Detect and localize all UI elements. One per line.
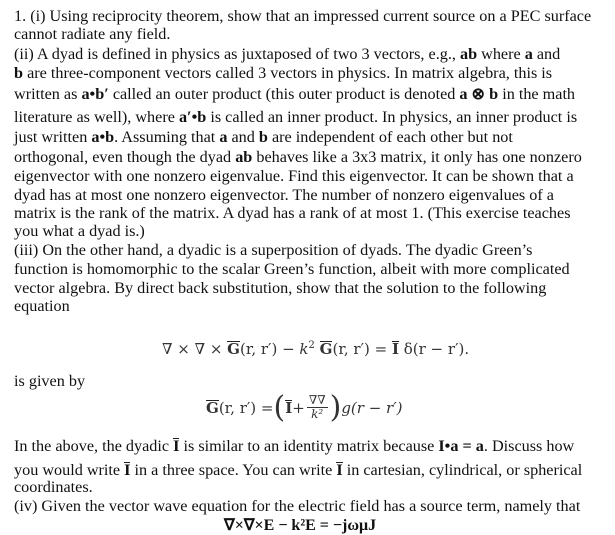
text: orthogonal, even though the dyad bbox=[14, 148, 236, 166]
text: written as bbox=[14, 85, 82, 103]
text: just written bbox=[14, 128, 92, 146]
text-line: b are three-component vectors called 3 v… bbox=[14, 64, 552, 82]
eq-text: − k bbox=[277, 340, 309, 358]
text-line: matrix is the rank of the matrix. A dyad… bbox=[14, 204, 571, 222]
eq-text: ∇ × ∇ × bbox=[162, 340, 228, 358]
eq-text: (r, r′) bbox=[332, 340, 370, 358]
text: you would write bbox=[14, 461, 125, 479]
text: behaves like a 3x3 matrix, it only has o… bbox=[252, 148, 582, 166]
text-line: is given by bbox=[14, 372, 86, 390]
text: are independent of each other but not bbox=[267, 128, 513, 146]
text-line: just written a•b. Assuming that a and b … bbox=[14, 128, 513, 146]
text: called an outer product (this outer prod… bbox=[108, 85, 460, 103]
math-a: a bbox=[524, 45, 533, 63]
equation-dyadic-wave: ∇ × ∇ × G(r, r′) − k2 G(r, r′) = I δ(r −… bbox=[162, 340, 469, 358]
eq-text: + bbox=[292, 398, 305, 417]
text: is called an inner product. In physics, … bbox=[206, 108, 578, 126]
text-line: function is homomorphic to the scalar Gr… bbox=[14, 260, 570, 278]
eq-text: (r, r′) bbox=[239, 340, 278, 358]
math-ab: ab bbox=[459, 45, 478, 63]
text: and bbox=[227, 128, 259, 146]
text-line: equation bbox=[14, 297, 70, 315]
text-line: you what a dyad is.) bbox=[14, 222, 145, 240]
fraction-denominator: k² bbox=[311, 407, 324, 421]
eq-sup: 2 bbox=[308, 340, 315, 351]
identity-dyadic: I bbox=[336, 461, 344, 479]
text: and bbox=[532, 45, 561, 63]
text: literature as well), where bbox=[14, 108, 179, 126]
fraction: ∇∇ k² bbox=[306, 393, 328, 421]
math-outer-product: a•b′ bbox=[81, 85, 109, 103]
identity-dyadic: I bbox=[173, 437, 180, 455]
math-dot: a•b bbox=[91, 128, 115, 146]
text-line: vector algebra. By direct back substitut… bbox=[14, 279, 547, 297]
math-b: b bbox=[258, 128, 268, 146]
text-line: In the above, the dyadic I is similar to… bbox=[14, 437, 574, 455]
text: (ii) A dyad is defined in physics as jux… bbox=[14, 45, 460, 63]
text: in cartesian, cylindrical, or spherical bbox=[342, 461, 583, 479]
math-ab: ab bbox=[235, 148, 253, 166]
equation-vector-wave: ∇×∇×E − k²E = −jωμJ bbox=[224, 517, 377, 534]
eq-text: (r, r′) = bbox=[218, 398, 274, 417]
text: . Assuming that bbox=[114, 128, 220, 146]
text-line: (iv) Given the vector wave equation for … bbox=[14, 497, 581, 515]
math-inner-product: a′•b bbox=[178, 108, 207, 126]
fraction-numerator: ∇∇ bbox=[306, 393, 328, 408]
dyadic-G: G bbox=[319, 340, 333, 358]
math-tensor-product: a ⊗ b bbox=[459, 85, 499, 103]
text-line: cannot radiate any field. bbox=[14, 25, 171, 43]
text: . Discuss how bbox=[483, 437, 575, 455]
text-line: (iii) On the other hand, a dyadic is a s… bbox=[14, 241, 533, 259]
text-line: written as a•b′ called an outer product … bbox=[14, 85, 575, 103]
right-paren: ) bbox=[329, 389, 342, 425]
text-line: 1. (i) Using reciprocity theorem, show t… bbox=[14, 7, 592, 25]
text-line: dyad has at most one nonzero eigenvector… bbox=[14, 186, 554, 204]
eq-text: g(r − r′) bbox=[341, 398, 403, 417]
eq-text: δ(r − r′). bbox=[398, 340, 470, 358]
math-b: b bbox=[14, 64, 24, 82]
text: are three-component vectors called 3 vec… bbox=[23, 64, 553, 82]
identity-dyadic: I bbox=[285, 398, 293, 417]
text-line: you would write I in a three space. You … bbox=[14, 461, 582, 479]
eq-text: = bbox=[369, 340, 392, 358]
text: In the above, the dyadic bbox=[14, 437, 174, 455]
dyadic-G: G bbox=[227, 340, 240, 358]
text: in a three space. You can write bbox=[130, 461, 337, 479]
text-line: literature as well), where a′•b is calle… bbox=[14, 108, 577, 126]
identity-dyadic: I bbox=[124, 461, 131, 479]
text-line: orthogonal, even though the dyad ab beha… bbox=[14, 148, 582, 166]
identity-dyadic: I bbox=[391, 340, 400, 358]
equation-green-solution: G (r, r′) = (I + ∇∇ k²) g(r − r′) bbox=[206, 389, 403, 425]
text-line: coordinates. bbox=[14, 478, 93, 496]
text: in the math bbox=[498, 85, 576, 103]
dyadic-G: G bbox=[206, 398, 219, 417]
left-paren: ( bbox=[273, 389, 286, 425]
math-identity-relation: I•a = a bbox=[438, 437, 484, 455]
text: where bbox=[477, 45, 525, 63]
text-line: (ii) A dyad is defined in physics as jux… bbox=[14, 45, 560, 63]
text: is similar to an identity matrix because bbox=[179, 437, 439, 455]
text-line: eigenvector with one nonzero eigenvalue.… bbox=[14, 167, 574, 185]
